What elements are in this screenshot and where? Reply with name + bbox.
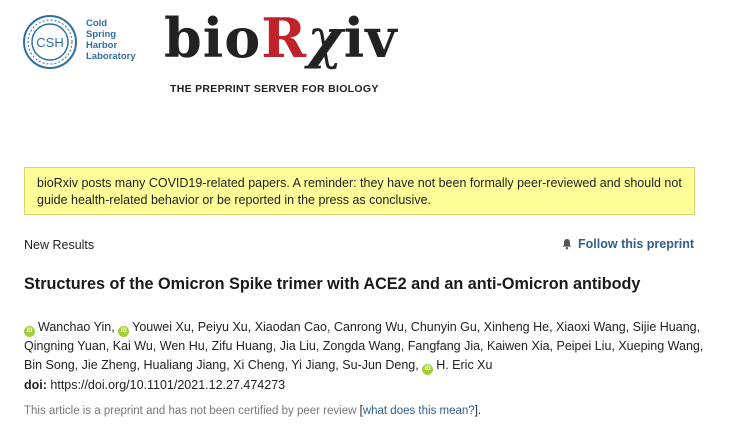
- orcid-icon[interactable]: iD: [118, 326, 130, 337]
- csh-line: Spring: [86, 29, 117, 40]
- doi-link[interactable]: https://doi.org/10.1101/2021.12.27.47427…: [50, 378, 285, 392]
- brand-chi: χ: [307, 6, 344, 70]
- follow-preprint-button[interactable]: Follow this preprint: [561, 237, 694, 251]
- section-label: New Results: [24, 238, 95, 252]
- brand-r: R: [261, 6, 308, 70]
- csh-line: Harbor: [86, 40, 118, 51]
- brand-iv: iv: [343, 6, 398, 70]
- brand-bio: bio: [164, 6, 262, 70]
- tagline: THE PREPRINT SERVER FOR BIOLOGY: [170, 83, 379, 95]
- orcid-icon[interactable]: iD: [24, 326, 35, 337]
- csh-name: Cold Spring Harbor Laboratory: [86, 18, 136, 62]
- author-list: iD Wanchao Yin, iD Youwei Xu, Peiyu Xu, Xi…: [24, 318, 714, 375]
- biorxiv-logo[interactable]: bioRχiv: [164, 8, 398, 68]
- doi-line: doi: https://doi.org/10.1101/2021.12.27.…: [24, 378, 285, 392]
- covid-notice-banner: bioRxiv posts many COVID19-related paper…: [24, 167, 695, 215]
- preprint-disclaimer: This article is a preprint and has not b…: [24, 405, 481, 417]
- article-title: Structures of the Omicron Spike trimer w…: [24, 275, 641, 293]
- follow-label: Follow this preprint: [578, 237, 694, 251]
- bracket-close: ].: [474, 405, 482, 417]
- disclaimer-text: This article is a preprint and has not b…: [24, 405, 357, 417]
- orcid-icon[interactable]: iD: [422, 363, 434, 375]
- csh-logo[interactable]: CSH Cold Spring Harbor Laboratory: [22, 14, 142, 74]
- author-link[interactable]: H. Eric Xu: [436, 358, 492, 372]
- bell-icon: [562, 239, 572, 250]
- csh-line: Cold: [86, 18, 108, 29]
- doi-label: doi:: [24, 378, 47, 392]
- csh-line: Laboratory: [86, 51, 136, 62]
- what-does-this-mean-link[interactable]: what does this mean?: [363, 405, 475, 417]
- csh-initials: CSH: [36, 35, 63, 50]
- biorxiv-wordmark: bioRχiv: [164, 8, 398, 68]
- notice-text: bioRxiv posts many COVID19-related paper…: [37, 176, 682, 207]
- csh-logo-icon: CSH: [23, 15, 77, 69]
- author-link[interactable]: Wanchao Yin,: [38, 320, 115, 334]
